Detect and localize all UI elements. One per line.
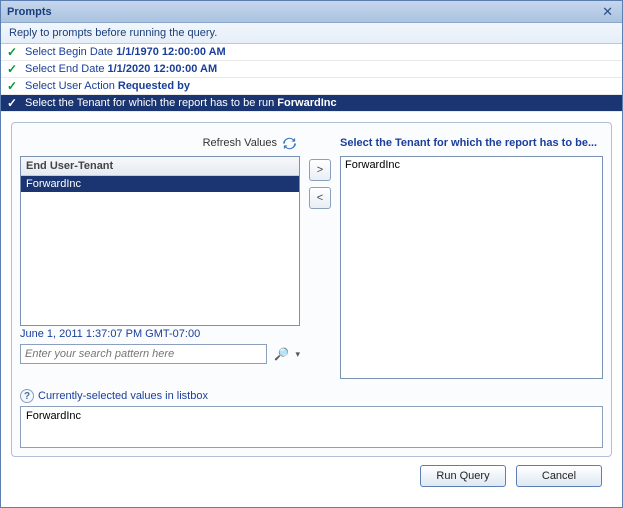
prompt-label: Select the Tenant for which the report h… — [25, 97, 274, 109]
run-query-button[interactable]: Run Query — [420, 465, 506, 487]
prompt-row[interactable]: ✓ Select Begin Date 1/1/1970 12:00:00 AM — [1, 44, 622, 61]
dialog-subtitle: Reply to prompts before running the quer… — [1, 23, 622, 44]
prompt-value: 1/1/1970 12:00:00 AM — [116, 46, 226, 58]
refresh-icon[interactable] — [282, 136, 297, 151]
prompt-row[interactable]: ✓ Select End Date 1/1/2020 12:00:00 AM — [1, 61, 622, 78]
prompt-label: Select End Date — [25, 63, 105, 75]
close-icon[interactable]: ✕ — [599, 4, 616, 20]
list-header: End User-Tenant — [21, 157, 299, 176]
titlebar: Prompts ✕ — [1, 1, 622, 23]
prompt-row[interactable]: ✓ Select the Tenant for which the report… — [1, 95, 622, 112]
prompt-list: ✓ Select Begin Date 1/1/1970 12:00:00 AM… — [1, 44, 622, 112]
search-input[interactable] — [20, 344, 267, 364]
cancel-button[interactable]: Cancel — [516, 465, 602, 487]
search-menu-icon[interactable]: ▾ — [295, 349, 300, 360]
selection-panel: Refresh Values End User-Tenant ForwardIn… — [11, 122, 612, 457]
available-values-column: Refresh Values End User-Tenant ForwardIn… — [20, 133, 300, 379]
prompt-value: ForwardInc — [277, 97, 336, 109]
search-row: 🔎 ▾ — [20, 344, 300, 364]
refresh-label: Refresh Values — [203, 137, 277, 149]
prompt-label: Select User Action — [25, 80, 115, 92]
list-item[interactable]: ForwardInc — [21, 176, 299, 192]
add-button[interactable]: > — [309, 159, 331, 181]
prompt-value: Requested by — [118, 80, 190, 92]
selected-header: Currently-selected values in listbox — [38, 390, 208, 402]
remove-button[interactable]: < — [309, 187, 331, 209]
available-listbox[interactable]: End User-Tenant ForwardInc — [20, 156, 300, 326]
prompt-label: Select Begin Date — [25, 46, 113, 58]
refresh-timestamp: June 1, 2011 1:37:07 PM GMT-07:00 — [20, 328, 300, 342]
check-icon: ✓ — [7, 62, 25, 76]
dialog-title: Prompts — [7, 6, 599, 18]
transfer-buttons: > < — [306, 133, 334, 379]
selected-header-row: ? Currently-selected values in listbox — [20, 389, 603, 403]
columns: Refresh Values End User-Tenant ForwardIn… — [20, 133, 603, 379]
binoculars-icon[interactable]: 🔎 — [272, 347, 290, 361]
prompts-dialog: Prompts ✕ Reply to prompts before runnin… — [0, 0, 623, 508]
check-icon: ✓ — [7, 96, 25, 110]
main-area: Refresh Values End User-Tenant ForwardIn… — [1, 112, 622, 507]
selected-values-column: Select the Tenant for which the report h… — [340, 133, 603, 379]
refresh-row: Refresh Values — [20, 133, 300, 153]
check-icon: ✓ — [7, 45, 25, 59]
right-title: Select the Tenant for which the report h… — [340, 133, 603, 153]
selected-listbox[interactable]: ForwardInc — [340, 156, 603, 379]
prompt-value: 1/1/2020 12:00:00 AM — [108, 63, 218, 75]
help-icon[interactable]: ? — [20, 389, 34, 403]
currently-selected-section: ? Currently-selected values in listbox F… — [20, 389, 603, 448]
list-item[interactable]: ForwardInc — [345, 159, 598, 171]
footer: Run Query Cancel — [11, 457, 612, 497]
check-icon: ✓ — [7, 79, 25, 93]
selected-value: ForwardInc — [26, 410, 81, 422]
prompt-row[interactable]: ✓ Select User Action Requested by — [1, 78, 622, 95]
selected-value-box: ForwardInc — [20, 406, 603, 448]
